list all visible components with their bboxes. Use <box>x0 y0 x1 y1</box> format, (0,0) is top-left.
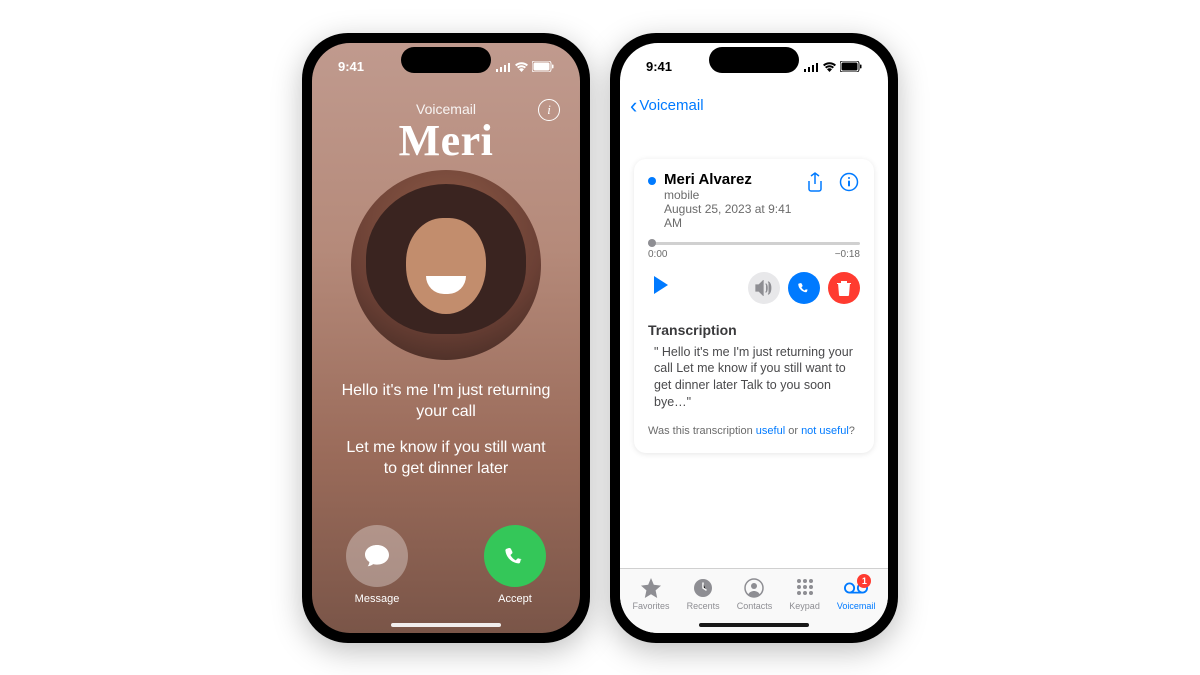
share-icon <box>807 172 823 192</box>
callback-button[interactable] <box>788 272 820 304</box>
home-indicator[interactable] <box>699 623 809 627</box>
tab-label: Keypad <box>789 601 820 611</box>
clock-icon <box>693 578 713 598</box>
back-nav[interactable]: ‹ Voicemail <box>620 91 888 127</box>
voicemail-detail-screen: 9:41 ‹ Voicemail Meri Alvarez mobile Aug… <box>620 43 888 633</box>
voicemail-badge: 1 <box>857 574 871 588</box>
status-time: 9:41 <box>338 59 364 74</box>
message-label: Message <box>355 593 400 605</box>
incoming-voicemail-screen: 9:41 i Voicemail Meri Hello it's me I'm … <box>312 43 580 633</box>
wifi-icon <box>514 61 529 72</box>
info-button[interactable] <box>838 171 860 193</box>
dynamic-island <box>401 47 491 73</box>
remaining-time: −0:18 <box>835 249 860 260</box>
tab-label: Voicemail <box>837 601 876 611</box>
trash-icon <box>837 280 851 296</box>
play-button[interactable] <box>652 275 670 300</box>
tab-label: Contacts <box>737 601 773 611</box>
play-icon <box>652 275 670 295</box>
tab-favorites[interactable]: Favorites <box>633 577 670 611</box>
keypad-icon <box>796 578 814 598</box>
message-icon <box>363 543 391 569</box>
status-icons <box>803 61 862 72</box>
playback-scrubber[interactable] <box>648 242 860 245</box>
transcription-body: " Hello it's me I'm just returning your … <box>648 344 860 412</box>
phone-frame-call: 9:41 i Voicemail Meri Hello it's me I'm … <box>302 33 590 643</box>
transcription-heading: Transcription <box>648 322 860 338</box>
call-header: Voicemail Meri <box>312 101 580 166</box>
caller-name: Meri Alvarez <box>664 171 804 188</box>
status-icons <box>495 61 554 72</box>
phone-icon <box>501 542 529 570</box>
scrubber-thumb[interactable] <box>648 239 656 247</box>
feedback-prompt: Was this transcription useful or not use… <box>648 425 860 437</box>
speaker-button[interactable] <box>748 272 780 304</box>
speaker-icon <box>755 280 773 296</box>
tab-label: Recents <box>687 601 720 611</box>
voicemail-card: Meri Alvarez mobile August 25, 2023 at 9… <box>634 159 874 454</box>
info-icon <box>839 172 859 192</box>
tab-keypad[interactable]: Keypad <box>789 577 820 611</box>
feedback-not-useful-link[interactable]: not useful <box>801 425 849 437</box>
elapsed-time: 0:00 <box>648 249 667 260</box>
tab-voicemail[interactable]: 1 Voicemail <box>837 577 876 611</box>
feedback-useful-link[interactable]: useful <box>756 425 785 437</box>
status-time: 9:41 <box>646 59 672 74</box>
star-icon <box>640 578 662 598</box>
caller-name: Meri <box>312 115 580 166</box>
share-button[interactable] <box>804 171 826 193</box>
caller-photo <box>312 170 580 380</box>
signal-icon <box>495 62 511 72</box>
person-icon <box>744 578 764 598</box>
transcript-line-1: Hello it's me I'm just returning your ca… <box>340 380 552 423</box>
line-type: mobile <box>664 188 804 202</box>
chevron-left-icon: ‹ <box>630 95 637 117</box>
call-type-label: Voicemail <box>312 101 580 117</box>
tab-recents[interactable]: Recents <box>687 577 720 611</box>
wifi-icon <box>822 61 837 72</box>
tab-label: Favorites <box>633 601 670 611</box>
tab-contacts[interactable]: Contacts <box>737 577 773 611</box>
unread-indicator <box>648 177 656 185</box>
battery-icon <box>532 61 554 72</box>
signal-icon <box>803 62 819 72</box>
timestamp: August 25, 2023 at 9:41 AM <box>664 202 804 230</box>
dynamic-island <box>709 47 799 73</box>
home-indicator[interactable] <box>391 623 501 627</box>
accept-label: Accept <box>498 593 532 605</box>
accept-button[interactable] <box>484 525 546 587</box>
phone-icon <box>796 280 812 296</box>
battery-icon <box>840 61 862 72</box>
message-button[interactable] <box>346 525 408 587</box>
live-transcript-preview: Hello it's me I'm just returning your ca… <box>312 380 580 494</box>
back-label: Voicemail <box>639 97 703 114</box>
call-actions: Message Accept <box>312 525 580 633</box>
transcript-line-2: Let me know if you still want to get din… <box>340 437 552 480</box>
delete-button[interactable] <box>828 272 860 304</box>
phone-frame-voicemail: 9:41 ‹ Voicemail Meri Alvarez mobile Aug… <box>610 33 898 643</box>
